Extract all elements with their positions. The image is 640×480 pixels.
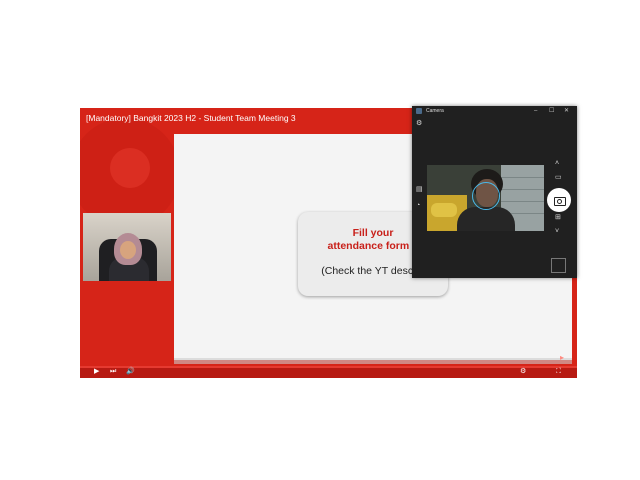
- shutter-button[interactable]: [547, 188, 571, 212]
- settings-icon[interactable]: ⚙: [520, 368, 526, 376]
- volume-icon[interactable]: 🔊: [126, 368, 135, 376]
- maximize-button[interactable]: ☐: [549, 107, 554, 115]
- chevron-up-icon[interactable]: ˄: [555, 160, 559, 168]
- camera-app-window[interactable]: Camera – ☐ ✕ ⚙ ▤ ◔ ˄ ▭ ⊞ ˅: [412, 106, 577, 278]
- youtube-watermark-icon[interactable]: ▸: [560, 353, 564, 362]
- camera-titlebar[interactable]: Camera – ☐ ✕: [412, 106, 577, 118]
- chevron-down-icon[interactable]: ˅: [555, 228, 559, 236]
- play-icon[interactable]: ▶: [94, 368, 99, 376]
- progress-bar[interactable]: [80, 366, 577, 368]
- camera-window-title: Camera: [426, 108, 444, 114]
- video-title[interactable]: [Mandatory] Bangkit 2023 H2 - Student Te…: [86, 113, 296, 123]
- gallery-thumbnail[interactable]: [551, 258, 566, 273]
- fullscreen-icon[interactable]: ⛶: [556, 368, 561, 376]
- video-mode-icon[interactable]: ▭: [555, 174, 562, 182]
- camera-app-icon: [416, 108, 422, 114]
- photo-mode-icon[interactable]: ▤: [416, 186, 423, 194]
- face-focus-ring: [472, 182, 500, 210]
- next-icon[interactable]: ⏭: [110, 368, 116, 376]
- close-button[interactable]: ✕: [564, 107, 569, 115]
- settings-icon[interactable]: ⚙: [416, 120, 422, 128]
- slide-shadow: [174, 358, 572, 364]
- background-decoration: [110, 148, 150, 188]
- speaker-webcam: [83, 213, 171, 281]
- minimize-button[interactable]: –: [534, 107, 537, 115]
- grid-icon[interactable]: ⊞: [555, 214, 561, 222]
- player-controls: ▶ ⏭ 🔊 ⚙ ⛶: [80, 366, 577, 378]
- camera-preview: [427, 165, 544, 231]
- timer-icon[interactable]: ◔: [416, 202, 420, 210]
